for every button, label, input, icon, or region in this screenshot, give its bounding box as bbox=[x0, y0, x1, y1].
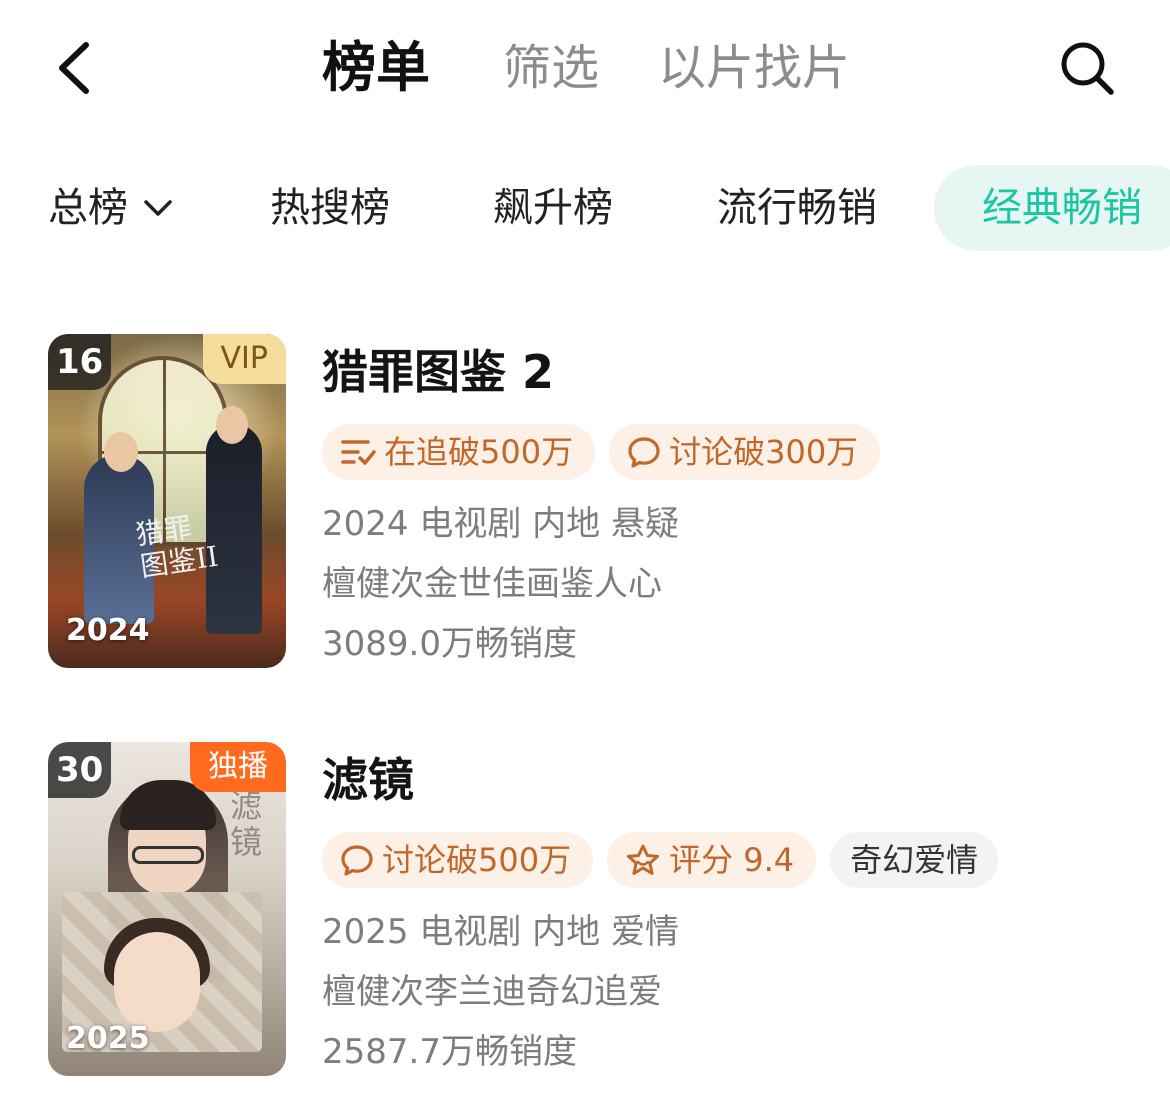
item-sales: 3089.0万畅销度 bbox=[322, 624, 577, 664]
star-icon bbox=[627, 844, 660, 875]
badge-text: 在追破500万 bbox=[384, 433, 574, 471]
item-badges: 在追破500万 讨论破300万 bbox=[322, 424, 881, 480]
rank-badge: 30 bbox=[48, 742, 112, 798]
poster-art-head bbox=[216, 406, 248, 444]
category-chip-bar: 总榜 热搜榜 飙升榜 流行畅销 经典畅销 bbox=[0, 165, 1170, 255]
poster-image[interactable]: 猎罪图鉴II 16 VIP 2024 bbox=[48, 334, 286, 668]
poster-year: 2024 bbox=[66, 613, 150, 648]
item-badges: 讨论破500万 评分 9.4 奇幻爱情 bbox=[322, 832, 999, 888]
poster-title-calligraphy: 滤镜 bbox=[230, 787, 263, 861]
chevron-down-icon bbox=[144, 200, 172, 216]
list-item[interactable]: 滤镜 30 独播 2025 滤镜 讨论破500万 评分 9.4 奇幻爱情 202… bbox=[0, 742, 1170, 1078]
chip-hot-search[interactable]: 热搜榜 bbox=[270, 165, 390, 251]
back-button[interactable] bbox=[44, 36, 104, 100]
item-tagline: 檀健次李兰迪奇幻追爱 bbox=[322, 972, 662, 1012]
search-button[interactable] bbox=[1052, 36, 1122, 100]
chevron-left-icon bbox=[59, 42, 89, 94]
rank-badge: 16 bbox=[48, 334, 112, 390]
tab-filter[interactable]: 筛选 bbox=[503, 36, 599, 100]
tab-rankings[interactable]: 榜单 bbox=[322, 36, 430, 100]
chip-overall-dropdown[interactable]: 总榜 bbox=[48, 165, 174, 251]
chip-overall-label: 总榜 bbox=[48, 185, 128, 231]
following-list-icon bbox=[341, 440, 376, 465]
poster-title-calligraphy: 猎罪图鉴II bbox=[133, 511, 221, 584]
poster-art-head bbox=[104, 432, 138, 472]
badge-text: 奇幻爱情 bbox=[850, 841, 979, 879]
item-sales: 2587.7万畅销度 bbox=[322, 1032, 577, 1072]
chip-rising[interactable]: 飙升榜 bbox=[493, 165, 613, 251]
poster-art-glasses bbox=[132, 846, 204, 864]
discussion-count-badge: 讨论破300万 bbox=[609, 424, 881, 480]
badge-text: 讨论破300万 bbox=[669, 433, 859, 471]
poster-year: 2025 bbox=[66, 1021, 150, 1056]
following-count-badge: 在追破500万 bbox=[322, 424, 596, 480]
genre-tag: 奇幻爱情 bbox=[830, 832, 999, 888]
badge-text: 评分 9.4 bbox=[669, 841, 795, 879]
chip-classic-bestseller[interactable]: 经典畅销 bbox=[934, 165, 1170, 251]
poster-art-face bbox=[114, 932, 200, 1032]
discussion-count-badge: 讨论破500万 bbox=[322, 832, 594, 888]
item-title[interactable]: 滤镜 bbox=[322, 750, 414, 810]
search-icon bbox=[1061, 42, 1114, 95]
chip-popular-bestseller[interactable]: 流行畅销 bbox=[717, 165, 877, 251]
vip-badge: VIP bbox=[202, 334, 286, 384]
top-nav-bar: 榜单 筛选 以片找片 bbox=[0, 0, 1170, 140]
poster-image[interactable]: 滤镜 30 独播 2025 bbox=[48, 742, 286, 1076]
exclusive-badge: 独播 bbox=[190, 742, 286, 792]
badge-text: 讨论破500万 bbox=[382, 841, 572, 879]
list-item[interactable]: 猎罪图鉴II 16 VIP 2024 猎罪图鉴 2 在追破500万 讨论破300… bbox=[0, 334, 1170, 670]
comment-icon bbox=[341, 845, 373, 876]
item-meta: 2025 电视剧 内地 爱情 bbox=[322, 912, 679, 952]
item-title[interactable]: 猎罪图鉴 2 bbox=[322, 342, 554, 402]
item-meta: 2024 电视剧 内地 悬疑 bbox=[322, 504, 679, 544]
rating-badge: 评分 9.4 bbox=[607, 832, 817, 888]
item-tagline: 檀健次金世佳画鉴人心 bbox=[322, 564, 662, 604]
tab-find-by-clip[interactable]: 以片找片 bbox=[658, 36, 850, 100]
comment-icon bbox=[628, 437, 660, 468]
